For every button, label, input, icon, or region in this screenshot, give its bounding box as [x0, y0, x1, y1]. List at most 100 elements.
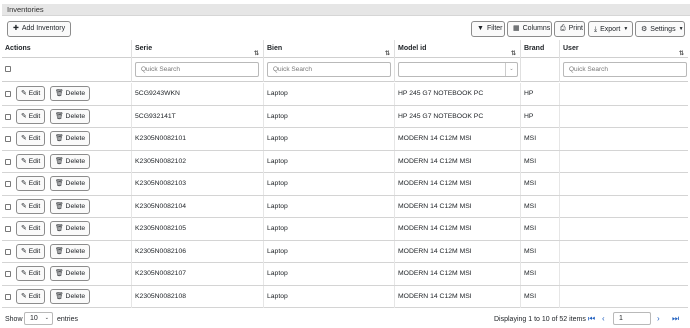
- filter-cell-serie: Quick Search: [131, 58, 263, 82]
- model-select[interactable]: ⌄: [398, 62, 518, 77]
- chevron-down-icon: ⌄: [505, 63, 517, 76]
- serie-cell: K2305N0082108: [131, 285, 263, 308]
- last-page-icon[interactable]: ⏭: [672, 314, 679, 324]
- page-size-select[interactable]: 10 ⌄: [24, 312, 53, 325]
- edit-button[interactable]: ✎ Edit: [16, 131, 46, 146]
- pencil-icon: ✎: [21, 292, 27, 300]
- edit-button[interactable]: ✎ Edit: [16, 288, 46, 304]
- delete-button[interactable]: 🗑 Delete: [50, 288, 91, 304]
- table-row: ✎ Edit 🗑 Delete 5CG9243WKN Laptop HP 245 G7 …: [2, 83, 688, 106]
- pencil-icon: ✎: [21, 157, 27, 165]
- bien-cell: Laptop: [263, 150, 394, 173]
- delete-button[interactable]: 🗑 Delete: [50, 243, 91, 259]
- brand-cell: MSI: [520, 263, 559, 285]
- columns-button[interactable]: ▦ Columns: [507, 21, 552, 37]
- row-checkbox[interactable]: [5, 293, 11, 300]
- table-row: ✎ Edit 🗑 Delete K2305N0082108 Laptop MODERN …: [2, 285, 688, 308]
- serie-cell: K2305N0082107: [131, 263, 263, 285]
- page-number-input[interactable]: 1: [613, 312, 651, 325]
- table-footer: Show 10 ⌄ entries Displaying 1 to 10 of …: [0, 312, 690, 328]
- row-checkbox[interactable]: [5, 271, 11, 277]
- row-actions-cell: ✎ Edit 🗑 Delete: [2, 173, 131, 195]
- column-header-user[interactable]: User ⇅: [559, 40, 688, 58]
- next-page-icon[interactable]: ›: [657, 314, 660, 324]
- pencil-icon: ✎: [21, 112, 27, 120]
- row-actions-cell: ✎ Edit 🗑 Delete: [2, 286, 131, 308]
- caret-down-icon: ▼: [678, 26, 684, 32]
- edit-button[interactable]: ✎ Edit: [16, 243, 46, 259]
- row-checkbox[interactable]: [5, 158, 11, 165]
- edit-button[interactable]: ✎ Edit: [16, 108, 46, 124]
- row-checkbox[interactable]: [5, 181, 11, 187]
- row-actions-cell: ✎ Edit 🗑 Delete: [2, 263, 131, 285]
- caret-down-icon: ▼: [623, 26, 629, 32]
- user-cell: [559, 240, 688, 263]
- gear-icon: ⚙: [641, 26, 648, 33]
- edit-button[interactable]: ✎ Edit: [16, 221, 46, 236]
- serie-cell: K2305N0082102: [131, 150, 263, 173]
- filter-cell-brand: [520, 58, 559, 82]
- filter-cell-actions: [2, 58, 131, 82]
- column-header-actions: Actions: [5, 45, 31, 52]
- filter-row: Quick Search Quick Search ⌄ Quick Search: [2, 58, 688, 82]
- model-cell: MODERN 14 C12M MSI: [394, 263, 520, 285]
- row-checkbox[interactable]: [5, 113, 11, 120]
- serie-cell: 5CG9243WKN: [131, 83, 263, 105]
- column-header-bien[interactable]: Bien ⇅: [263, 40, 394, 58]
- trash-icon: 🗑: [55, 270, 64, 277]
- bien-cell: Laptop: [263, 173, 394, 195]
- delete-button[interactable]: 🗑 Delete: [50, 176, 91, 191]
- edit-button[interactable]: ✎ Edit: [16, 86, 46, 101]
- select-all-checkbox[interactable]: [5, 66, 11, 72]
- column-header-model[interactable]: Model id ⇅: [394, 40, 520, 58]
- first-page-icon[interactable]: ⏮: [588, 314, 595, 324]
- delete-button[interactable]: 🗑 Delete: [50, 86, 91, 101]
- bien-cell: Laptop: [263, 240, 394, 263]
- delete-button[interactable]: 🗑 Delete: [50, 221, 91, 236]
- user-cell: [559, 128, 688, 150]
- pagination-status: Displaying 1 to 10 of 52 items: [494, 316, 586, 323]
- columns-icon: ▦: [513, 25, 520, 32]
- row-checkbox[interactable]: [5, 203, 11, 210]
- delete-button[interactable]: 🗑 Delete: [50, 198, 91, 214]
- brand-cell: HP: [520, 105, 559, 128]
- delete-button[interactable]: 🗑 Delete: [50, 153, 91, 169]
- download-icon: ⤓: [594, 26, 598, 33]
- row-checkbox[interactable]: [5, 248, 11, 255]
- column-header-brand: Brand: [520, 40, 559, 58]
- print-button[interactable]: ⎙ Print: [554, 21, 585, 37]
- model-cell: HP 245 G7 NOTEBOOK PC: [394, 83, 520, 105]
- serie-search-input[interactable]: Quick Search: [135, 62, 259, 77]
- user-cell: [559, 263, 688, 285]
- row-checkbox[interactable]: [5, 136, 11, 142]
- edit-button[interactable]: ✎ Edit: [16, 153, 46, 169]
- row-actions-cell: ✎ Edit 🗑 Delete: [2, 106, 131, 128]
- delete-button[interactable]: 🗑 Delete: [50, 131, 91, 146]
- row-checkbox[interactable]: [5, 91, 11, 97]
- user-cell: [559, 83, 688, 105]
- row-actions-cell: ✎ Edit 🗑 Delete: [2, 196, 131, 218]
- user-cell: [559, 173, 688, 195]
- delete-button[interactable]: 🗑 Delete: [50, 108, 91, 124]
- edit-button[interactable]: ✎ Edit: [16, 176, 46, 191]
- settings-button[interactable]: ⚙ Settings ▼: [635, 21, 685, 37]
- bien-search-input[interactable]: Quick Search: [267, 62, 391, 77]
- show-label: Show: [5, 316, 23, 323]
- export-button[interactable]: ⤓ Export ▼: [588, 21, 633, 37]
- toolbar: ✚ Add Inventory ▼ Filter ▦ Columns ⎙ Print ⤓…: [0, 21, 690, 38]
- brand-cell: MSI: [520, 150, 559, 173]
- row-checkbox[interactable]: [5, 226, 11, 232]
- pencil-icon: ✎: [21, 270, 27, 277]
- trash-icon: 🗑: [55, 112, 64, 120]
- column-header-serie[interactable]: Serie ⇅: [131, 40, 263, 58]
- plus-icon: ✚: [13, 25, 19, 32]
- user-search-input[interactable]: Quick Search: [563, 62, 687, 77]
- edit-button[interactable]: ✎ Edit: [16, 198, 46, 214]
- previous-page-icon[interactable]: ‹: [602, 314, 605, 324]
- trash-icon: 🗑: [55, 157, 64, 165]
- delete-button[interactable]: 🗑 Delete: [50, 266, 91, 281]
- pencil-icon: ✎: [21, 225, 27, 232]
- edit-button[interactable]: ✎ Edit: [16, 266, 46, 281]
- filter-button[interactable]: ▼ Filter: [471, 21, 505, 37]
- add-inventory-button[interactable]: ✚ Add Inventory: [7, 21, 72, 37]
